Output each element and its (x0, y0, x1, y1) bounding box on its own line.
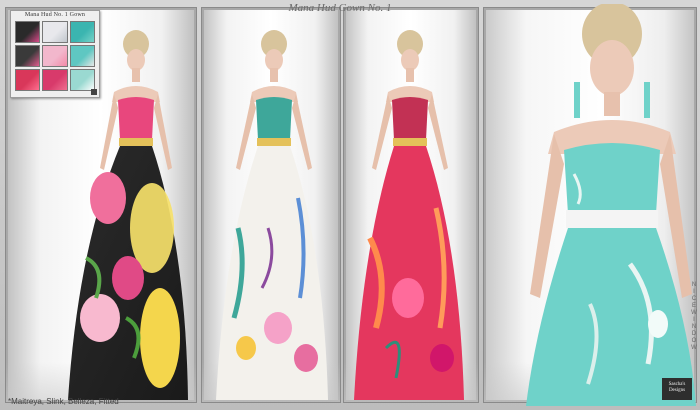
product-image: Mana Hud Gown No. 1 Mana Hud No. 1 Gown (0, 0, 700, 410)
gown-figure-2-svg (216, 30, 328, 400)
vertical-brand-text: NICEWINDOW (691, 282, 697, 352)
model-figure-2 (208, 28, 336, 406)
hud-swatch[interactable] (42, 69, 68, 91)
model-figure-4-closeup (520, 4, 696, 406)
hud-swatch[interactable] (15, 21, 41, 43)
hud-title: Mana Hud No. 1 Gown (24, 12, 86, 18)
body-fit-footnote: *Maitreya, Slink, Belleza, Fitted (8, 397, 119, 406)
hud-swatch-grid (15, 21, 95, 91)
gown-heading: Mana Hud Gown No. 1 (288, 2, 392, 14)
hud-swatch[interactable] (15, 45, 41, 67)
hud-swatch[interactable] (15, 69, 41, 91)
hud-swatch[interactable] (69, 45, 95, 67)
hud-swatch[interactable] (69, 69, 95, 91)
hud-swatch[interactable] (42, 45, 68, 67)
brand-logo-box: Sascha's Designs (662, 378, 692, 400)
hud-close-icon[interactable] (91, 89, 97, 95)
gown-figure-4-svg (526, 4, 696, 406)
hud-swatch[interactable] (42, 21, 68, 43)
color-hud[interactable]: Mana Hud No. 1 Gown (10, 10, 100, 98)
model-figure-3 (346, 28, 474, 406)
hud-swatch[interactable] (69, 21, 95, 43)
gown-figure-3-svg (354, 30, 464, 400)
